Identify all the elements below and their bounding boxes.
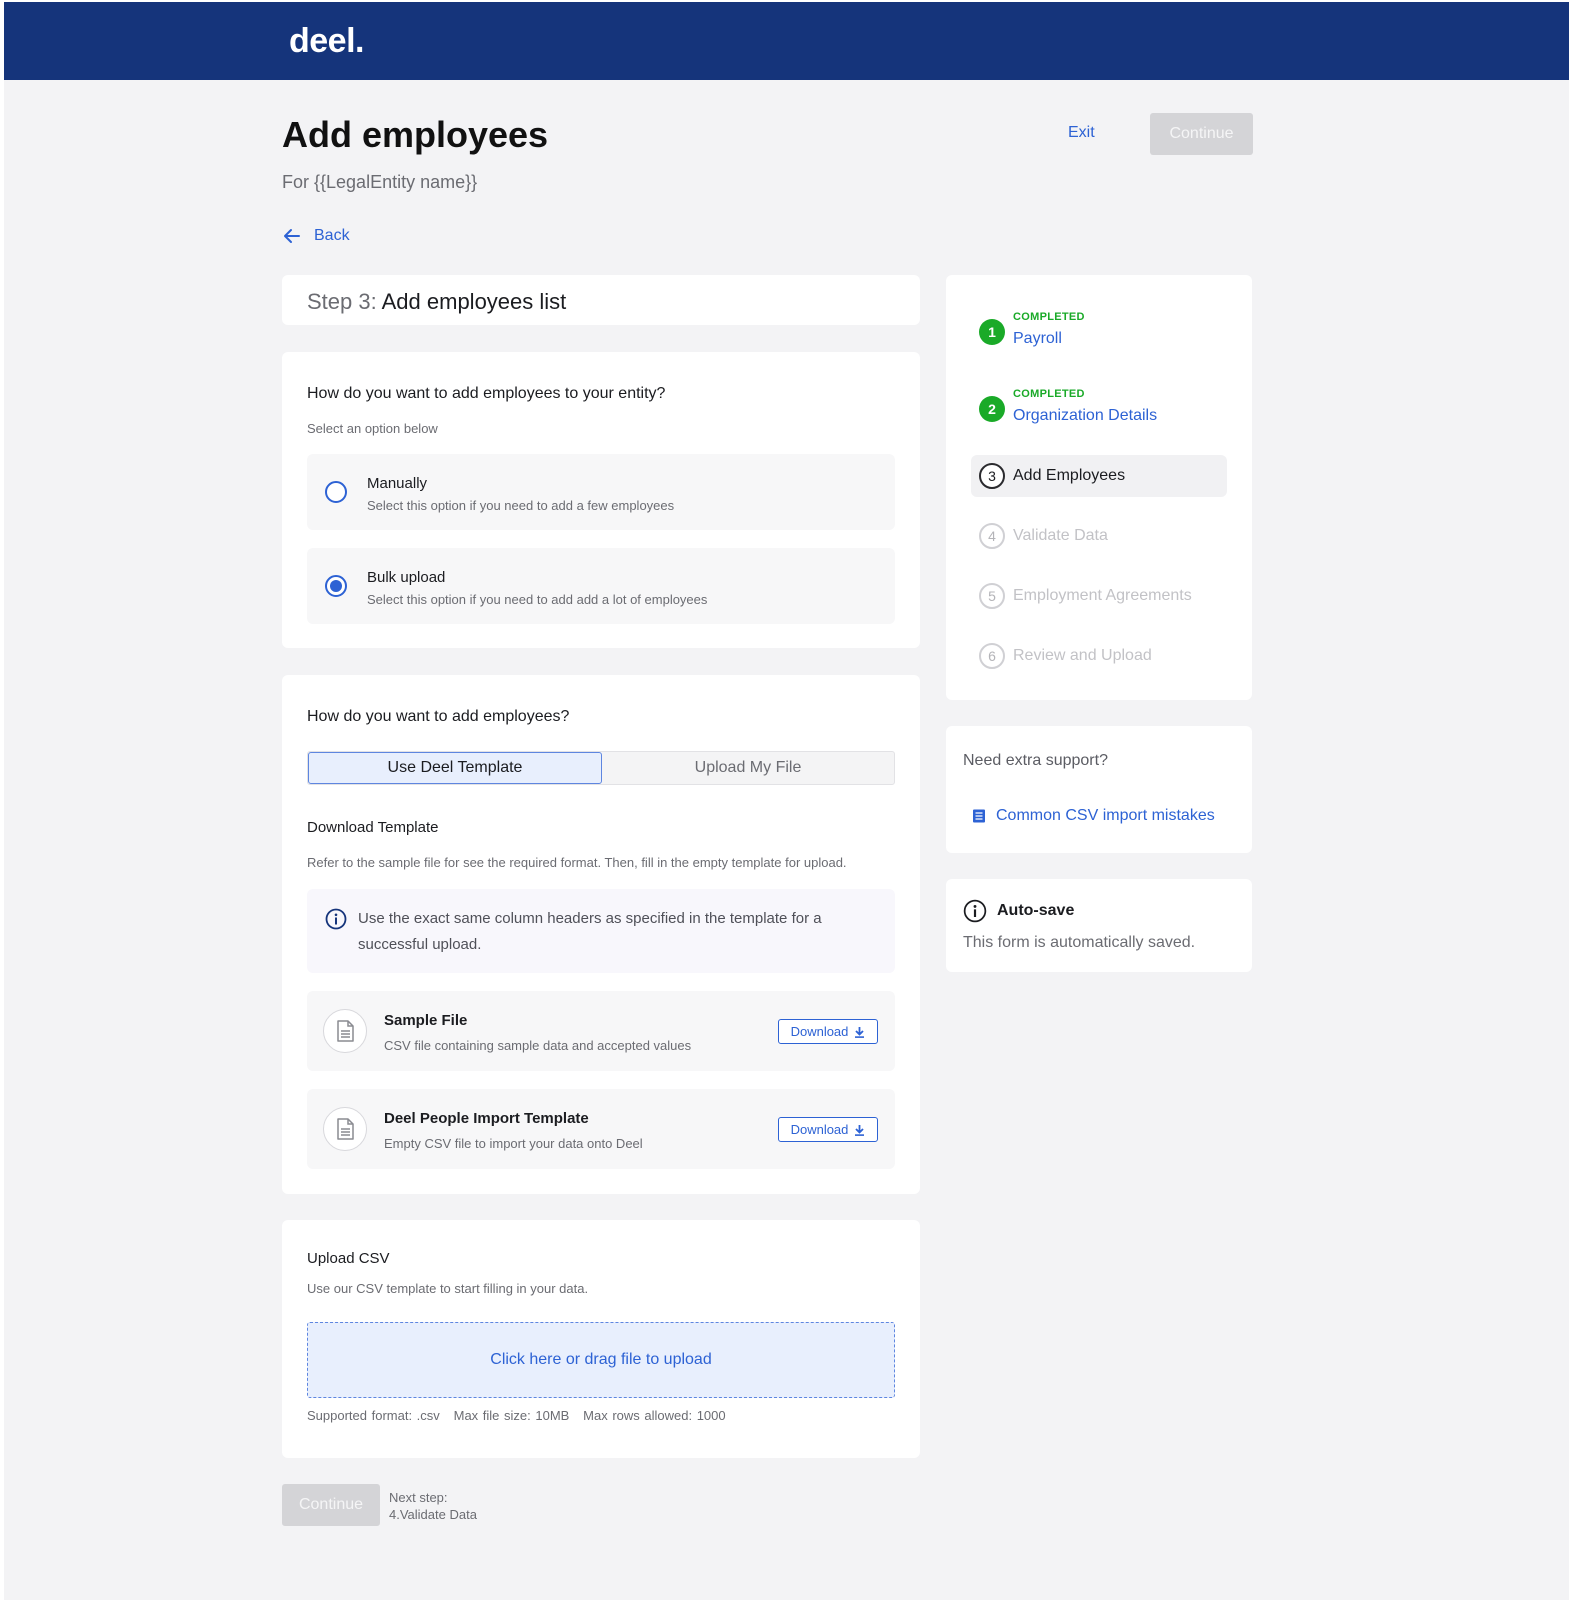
continue-button-top[interactable]: Continue [1150,113,1253,155]
option-title: Manually [367,475,428,492]
progress-step-payroll[interactable]: 1 COMPLETED Payroll [971,309,1227,351]
info-circle-icon [325,908,347,930]
download-label: Download [790,1122,849,1137]
radio-manually[interactable] [325,481,347,503]
entity-method-card: How do you want to add employees to your… [282,352,920,648]
page-subtitle: For {{LegalEntity name}} [282,172,478,192]
option-description: Select this option if you need to add a … [367,498,675,513]
step-title: Add employees list [381,289,567,314]
autosave-card: Auto-save This form is automatically sav… [946,879,1252,972]
sample-file-row: Sample File CSV file containing sample d… [307,991,895,1071]
autosave-header: Auto-save [963,899,1074,923]
document-lines-icon [973,809,985,823]
option-bulk-upload[interactable]: Bulk upload Select this option if you ne… [307,548,895,624]
import-template-row: Deel People Import Template Empty CSV fi… [307,1089,895,1169]
step-number-badge: 4 [979,523,1005,549]
support-title: Need extra support? [963,752,1108,769]
step-number-badge: 6 [979,643,1005,669]
file-description: CSV file containing sample data and acce… [384,1038,692,1053]
arrow-left-icon [284,229,300,243]
next-step-label: Next step: [389,1490,448,1505]
support-card: Need extra support? Common CSV import mi… [946,726,1252,853]
csv-mistakes-label: Common CSV import mistakes [996,807,1215,824]
step-label: Step 3: Add employees list [307,289,566,315]
entity-method-hint: Select an option below [307,421,438,436]
step-number-badge: 5 [979,583,1005,609]
step-number-badge: 1 [979,319,1005,345]
step-prefix: Step 3: [307,289,377,314]
document-icon [323,1107,367,1151]
upload-csv-card: Upload CSV Use our CSV template to start… [282,1220,920,1458]
download-template-button[interactable]: Download [778,1117,878,1142]
step-name: Employment Agreements [1013,587,1192,604]
download-label: Download [790,1024,849,1039]
info-callout: Use the exact same column headers as spe… [307,889,895,973]
file-title: Deel People Import Template [384,1110,589,1127]
progress-step-organization-details[interactable]: 2 COMPLETED Organization Details [971,386,1227,428]
next-step-info: Next step: 4.Validate Data [389,1489,477,1523]
info-text: Use the exact same column headers as spe… [358,910,822,953]
back-label: Back [314,227,350,244]
page-title: Add employees [282,114,549,155]
add-method-card: How do you want to add employees? Use De… [282,675,920,1194]
csv-mistakes-link[interactable]: Common CSV import mistakes [972,807,1215,825]
download-arrow-icon [855,1026,865,1038]
file-dropzone[interactable]: Click here or drag file to upload [307,1322,895,1398]
step-name: Validate Data [1013,527,1108,544]
deel-logo[interactable]: deel. [289,22,364,61]
next-step-value: 4.Validate Data [389,1507,477,1522]
exit-link[interactable]: Exit [1068,124,1095,142]
autosave-title: Auto-save [997,902,1075,919]
step-number-badge: 2 [979,396,1005,422]
app-frame: deel. Add employees For {{LegalEntity na… [4,2,1569,1600]
top-navbar: deel. [4,2,1569,80]
step-name: Add Employees [1013,467,1126,484]
download-arrow-icon [855,1124,865,1136]
step-header-card: Step 3: Add employees list [282,275,920,325]
step-name: Organization Details [1013,407,1158,424]
step-name: Review and Upload [1013,647,1152,664]
step-status: COMPLETED [1013,311,1085,323]
add-method-question: How do you want to add employees? [307,708,570,725]
autosave-text: This form is automatically saved. [963,934,1196,951]
document-icon [323,1009,367,1053]
progress-steps-card: 1 COMPLETED Payroll 2 COMPLETED Organiza… [946,275,1252,700]
step-number-badge: 3 [979,463,1005,489]
option-description: Select this option if you need to add ad… [367,592,708,607]
template-tab-switcher: Use Deel Template Upload My File [307,751,895,785]
step-name: Payroll [1013,330,1062,347]
back-link[interactable]: Back [282,226,350,246]
progress-step-employment-agreements[interactable]: 5 Employment Agreements [971,575,1227,617]
option-manually[interactable]: Manually Select this option if you need … [307,454,895,530]
info-circle-icon [963,899,987,923]
file-title: Sample File [384,1012,468,1029]
upload-desc: Use our CSV template to start filling in… [307,1281,589,1296]
progress-step-add-employees[interactable]: 3 Add Employees [971,455,1227,497]
tab-use-deel-template[interactable]: Use Deel Template [308,752,602,784]
download-sample-button[interactable]: Download [778,1019,878,1044]
entity-method-question: How do you want to add employees to your… [307,385,666,402]
step-status: COMPLETED [1013,388,1085,400]
continue-button-bottom[interactable]: Continue [282,1484,380,1526]
download-template-desc: Refer to the sample file for see the req… [307,855,847,870]
option-title: Bulk upload [367,569,446,586]
radio-bulk-upload[interactable] [325,575,347,597]
upload-constraints: Supported format: .csv Max file size: 10… [307,1408,726,1423]
upload-title: Upload CSV [307,1250,390,1267]
tab-upload-my-file[interactable]: Upload My File [602,752,894,784]
progress-step-validate-data[interactable]: 4 Validate Data [971,515,1227,557]
progress-step-review-and-upload[interactable]: 6 Review and Upload [971,635,1227,677]
file-description: Empty CSV file to import your data onto … [384,1136,643,1151]
download-template-title: Download Template [307,819,439,836]
